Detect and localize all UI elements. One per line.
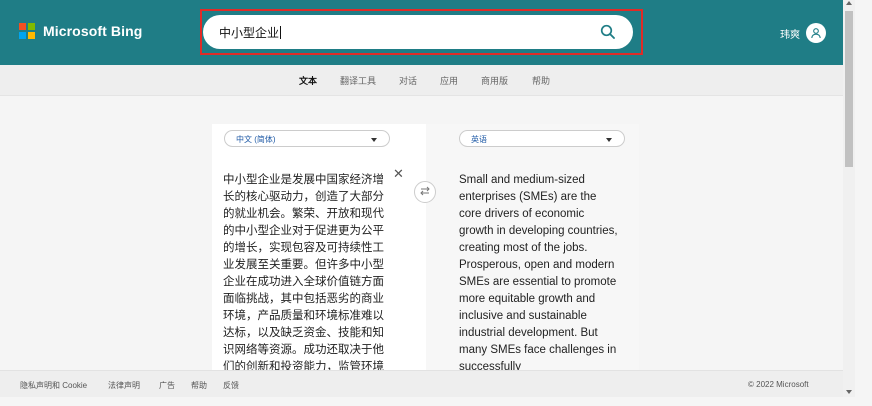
footer-link-help[interactable]: 帮助: [191, 380, 207, 391]
translation-output: Small and medium-sized enterprises (SMEs…: [459, 174, 618, 373]
search-value[interactable]: 中小型企业: [219, 24, 282, 41]
page-scrollbar[interactable]: [843, 0, 855, 397]
bing-logo[interactable]: Microsoft Bing: [19, 23, 142, 39]
translator-nav: 文本 翻译工具 对话 应用 商用版 帮助: [0, 65, 843, 96]
nav-item-text[interactable]: 文本: [299, 74, 317, 87]
footer-link-feedback[interactable]: 反馈: [223, 380, 239, 391]
footer-link-privacy[interactable]: 隐私声明和 Cookie: [20, 380, 87, 391]
search-icon[interactable]: [599, 23, 617, 41]
nav-item-apps[interactable]: 应用: [440, 74, 458, 87]
user-account[interactable]: 玮爽: [780, 23, 826, 43]
close-icon[interactable]: ✕: [393, 166, 404, 182]
nav-item-tools[interactable]: 翻译工具: [340, 74, 376, 87]
chevron-down-icon: [606, 138, 612, 142]
user-icon[interactable]: [806, 23, 826, 43]
copyright: © 2022 Microsoft: [748, 380, 809, 389]
footer-link-legal[interactable]: 法律声明: [108, 380, 140, 391]
scroll-thumb[interactable]: [845, 11, 853, 167]
swap-languages-button[interactable]: [414, 181, 436, 203]
microsoft-logo-icon: [19, 23, 35, 39]
scroll-up-icon[interactable]: [846, 1, 852, 5]
nav-item-business[interactable]: 商用版: [481, 74, 508, 87]
scroll-down-icon[interactable]: [846, 390, 852, 394]
footer: 隐私声明和 Cookie 法律声明 广告 帮助 反馈 © 2022 Micros…: [0, 370, 843, 397]
source-text-area[interactable]: 中小型企业是发展中国家经济增长的核心驱动力，创造了大部分的就业机会。繁荣、开放和…: [223, 172, 385, 393]
search-input[interactable]: 中小型企业: [203, 15, 633, 49]
swap-icon: [419, 183, 431, 201]
brand-name: Microsoft Bing: [43, 23, 143, 39]
chevron-down-icon: [371, 138, 377, 142]
footer-link-ads[interactable]: 广告: [159, 380, 175, 391]
source-language-select[interactable]: 中文 (简体): [224, 130, 390, 147]
user-name: 玮爽: [780, 29, 800, 41]
target-language-label: 英语: [471, 135, 487, 144]
nav-item-conversation[interactable]: 对话: [399, 74, 417, 87]
nav-item-help[interactable]: 帮助: [532, 74, 550, 87]
source-language-label: 中文 (简体): [236, 135, 276, 144]
target-language-select[interactable]: 英语: [459, 130, 625, 147]
